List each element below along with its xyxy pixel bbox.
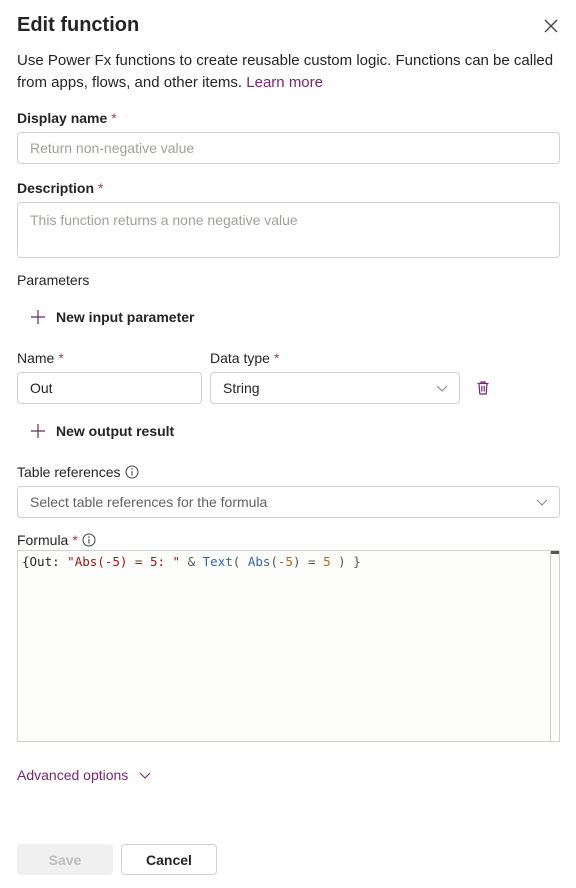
table-references-placeholder: Select table references for the formula [30,494,267,510]
required-mark: * [111,110,116,126]
close-icon [543,18,559,34]
delete-parameter-button[interactable] [474,379,494,399]
table-references-label-text: Table references [17,464,121,480]
formula-token: Out: [30,554,68,569]
table-references-dropdown[interactable]: Select table references for the formula [17,486,560,518]
required-mark: * [98,180,103,196]
formula-token: ( [233,554,248,569]
formula-scrollbar[interactable] [550,551,559,741]
intro-text: Use Power Fx functions to create reusabl… [17,50,557,94]
cancel-button[interactable]: Cancel [121,844,217,875]
advanced-options-toggle[interactable]: Advanced options [17,767,152,783]
name-label-text: Name [17,350,54,366]
display-name-placeholder: Return non-negative value [30,140,194,156]
required-mark: * [58,350,63,366]
save-button[interactable]: Save [17,844,113,875]
parameters-heading: Parameters [17,272,89,288]
name-label: Name * [17,350,64,366]
parameter-name-input[interactable]: Out [17,372,202,404]
formula-token: ( [270,554,278,569]
new-output-result-button[interactable]: New output result [30,423,174,439]
description-placeholder: This function returns a none negative va… [30,212,298,228]
formula-editor[interactable]: {Out: "Abs(-5) = 5: " & Text( Abs(-5) = … [17,550,560,742]
formula-code: {Out: "Abs(-5) = 5: " & Text( Abs(-5) = … [22,554,361,569]
parameters-heading-text: Parameters [17,272,89,288]
learn-more-link[interactable]: Learn more [246,74,323,91]
data-type-dropdown[interactable]: String [210,372,460,404]
formula-token: -5 [278,554,293,569]
formula-token: 5 [323,554,331,569]
formula-token: Abs [248,554,271,569]
display-name-label-text: Display name [17,110,107,126]
close-button[interactable] [540,15,562,37]
required-mark: * [274,350,279,366]
table-references-label: Table references [17,464,139,480]
plus-icon [30,309,46,325]
formula-token: ) } [331,554,361,569]
data-type-value: String [223,380,260,396]
new-output-result-label: New output result [56,423,174,439]
description-label-text: Description [17,180,94,196]
formula-token: "Abs(-5) = 5: " [67,554,180,569]
edit-function-panel: Edit function Use Power Fx functions to … [0,0,576,888]
data-type-label-text: Data type [210,350,270,366]
new-input-parameter-label: New input parameter [56,309,194,325]
new-input-parameter-button[interactable]: New input parameter [30,309,194,325]
scrollbar-thumb[interactable] [551,551,559,554]
display-name-input[interactable]: Return non-negative value [17,132,560,164]
required-mark: * [72,532,77,548]
formula-label: Formula * [17,532,96,548]
advanced-options-label: Advanced options [17,767,128,783]
description-label: Description * [17,180,103,196]
formula-token: Text [203,554,233,569]
chevron-down-icon [535,495,549,509]
display-name-label: Display name * [17,110,117,126]
plus-icon [30,423,46,439]
formula-label-text: Formula [17,532,68,548]
formula-token: { [22,554,30,569]
formula-token: & [180,554,203,569]
panel-title: Edit function [17,14,139,37]
formula-token: ) = [293,554,323,569]
description-textarea[interactable]: This function returns a none negative va… [17,202,560,258]
parameter-name-value: Out [30,380,53,396]
info-icon[interactable] [82,533,96,547]
trash-icon [474,379,492,397]
chevron-down-icon [435,381,449,395]
data-type-label: Data type * [210,350,279,366]
info-icon[interactable] [125,465,139,479]
chevron-down-icon [138,768,152,782]
